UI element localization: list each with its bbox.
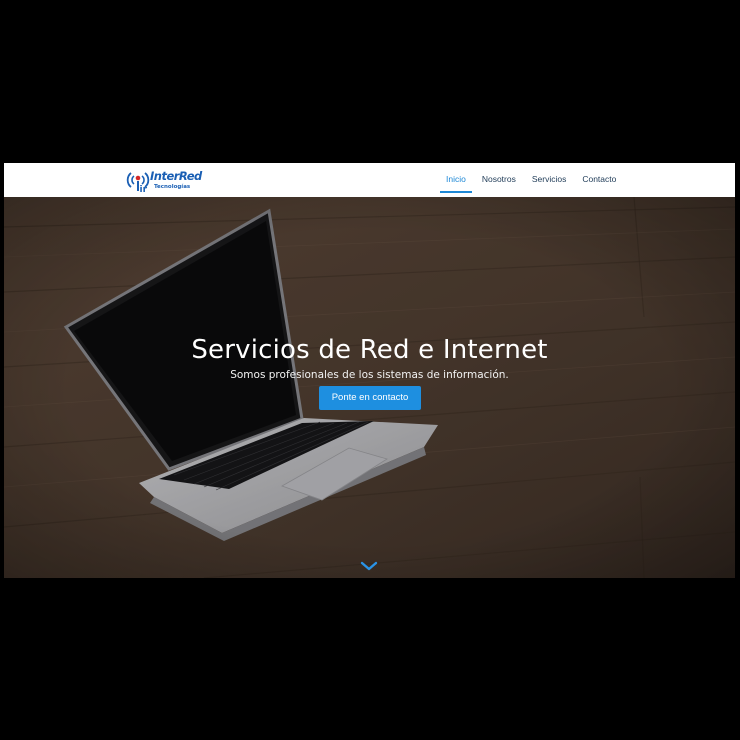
nav-item-contacto[interactable]: Contacto: [574, 163, 624, 197]
hero-subtitle: Somos profesionales de los sistemas de i…: [230, 368, 509, 381]
logo-tagline: Tecnologías: [154, 184, 191, 190]
hero-section: Servicios de Red e Internet Somos profes…: [4, 197, 735, 578]
main-nav: Inicio Nosotros Servicios Contacto: [438, 163, 624, 197]
nav-item-inicio[interactable]: Inicio: [438, 163, 474, 197]
svg-text:ir: ir: [140, 185, 148, 194]
logo[interactable]: ir InterRed Tecnologías: [124, 167, 202, 194]
browser-viewport: ir InterRed Tecnologías Inicio Nosotros …: [4, 163, 735, 578]
navbar: ir InterRed Tecnologías Inicio Nosotros …: [4, 163, 735, 197]
logo-text: InterRed: [150, 169, 202, 183]
wifi-antenna-logo-icon: ir: [126, 172, 150, 194]
hero-title: Servicios de Red e Internet: [191, 335, 548, 366]
contact-cta-button[interactable]: Ponte en contacto: [319, 386, 421, 410]
chevron-down-icon[interactable]: [359, 560, 379, 572]
nav-item-nosotros[interactable]: Nosotros: [474, 163, 524, 197]
nav-item-servicios[interactable]: Servicios: [524, 163, 574, 197]
